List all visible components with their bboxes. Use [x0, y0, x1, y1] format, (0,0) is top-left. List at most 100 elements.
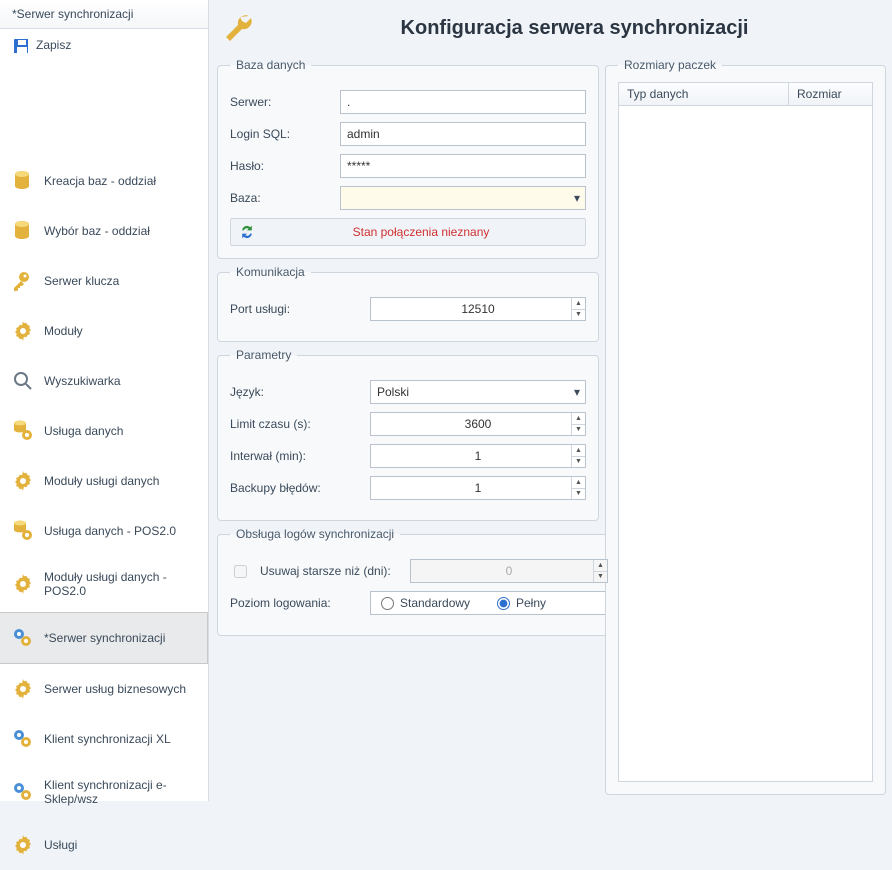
- sidebar-item-label: Serwer klucza: [44, 274, 119, 288]
- interval-label: Interwał (min):: [230, 449, 360, 463]
- connection-status-button[interactable]: Stan połączenia nieznany: [230, 218, 586, 246]
- db-create-icon: [12, 170, 34, 192]
- parameters-legend: Parametry: [230, 348, 297, 362]
- port-input[interactable]: [370, 297, 586, 321]
- sidebar-item[interactable]: Moduły: [0, 306, 208, 356]
- backups-spin-up[interactable]: ▲: [571, 477, 585, 489]
- sidebar-item[interactable]: Usługi: [0, 820, 208, 870]
- sidebar-item-label: Moduły usługi danych: [44, 474, 159, 488]
- packet-sizes-group: Rozmiary paczek Typ danych Rozmiar: [605, 58, 886, 795]
- login-input[interactable]: [340, 122, 586, 146]
- login-label: Login SQL:: [230, 127, 330, 141]
- backups-input[interactable]: [370, 476, 586, 500]
- table-header: Typ danych Rozmiar: [619, 83, 872, 106]
- sidebar-item-label: Wybór baz - oddział: [44, 224, 150, 238]
- refresh-icon: [239, 224, 255, 240]
- log-level-radio-group: Standardowy Pełny: [370, 591, 608, 615]
- server-label: Serwer:: [230, 95, 330, 109]
- database-legend: Baza danych: [230, 58, 311, 72]
- sidebar-item-label: Usługa danych - POS2.0: [44, 524, 176, 538]
- packet-sizes-table: Typ danych Rozmiar: [618, 82, 873, 782]
- password-input[interactable]: [340, 154, 586, 178]
- sidebar-item-label: Wyszukiwarka: [44, 374, 121, 388]
- sidebar-item-label: *Serwer synchronizacji: [44, 631, 165, 645]
- log-level-full[interactable]: Pełny: [497, 596, 597, 610]
- delete-older-label: Usuwaj starsze niż (dni):: [260, 564, 400, 578]
- backups-label: Backupy błędów:: [230, 481, 360, 495]
- sidebar-item[interactable]: Usługa danych - POS2.0: [0, 506, 208, 556]
- page-title: Konfiguracja serwera synchronizacji: [269, 17, 880, 40]
- col-type[interactable]: Typ danych: [619, 83, 789, 105]
- port-spin-down[interactable]: ▼: [571, 310, 585, 321]
- sidebar-item[interactable]: Wybór baz - oddział: [0, 206, 208, 256]
- wrench-icon: [223, 12, 255, 44]
- logs-legend: Obsługa logów synchronizacji: [230, 527, 400, 541]
- sidebar-item[interactable]: Kreacja baz - oddział: [0, 156, 208, 206]
- lang-select[interactable]: Polski: [370, 380, 586, 404]
- left-column: Baza danych Serwer: Login SQL: Hasło:: [217, 58, 599, 795]
- delete-older-checkbox[interactable]: [234, 565, 247, 578]
- timeout-label: Limit czasu (s):: [230, 417, 360, 431]
- sidebar-item[interactable]: Klient synchronizacji XL: [0, 714, 208, 764]
- page-header: Konfiguracja serwera synchronizacji: [217, 6, 886, 58]
- sync-gears-icon: [12, 627, 34, 649]
- db-gear-icon: [12, 520, 34, 542]
- sidebar-item[interactable]: Wyszukiwarka: [0, 356, 208, 406]
- backups-spin-down[interactable]: ▼: [571, 489, 585, 500]
- sidebar-item[interactable]: Moduły usługi danych - POS2.0: [0, 556, 208, 612]
- log-level-label: Poziom logowania:: [230, 596, 360, 610]
- sidebar-item[interactable]: Serwer usług biznesowych: [0, 664, 208, 714]
- base-label: Baza:: [230, 191, 330, 205]
- password-label: Hasło:: [230, 159, 330, 173]
- sidebar-item[interactable]: Serwer klucza: [0, 256, 208, 306]
- sidebar-item-label: Serwer usług biznesowych: [44, 682, 186, 696]
- db-select-icon: [12, 220, 34, 242]
- content-columns: Baza danych Serwer: Login SQL: Hasło:: [217, 58, 886, 795]
- table-body: [619, 106, 872, 781]
- sidebar: *Serwer synchronizacji Zapisz Kreacja ba…: [0, 0, 209, 801]
- save-icon: [12, 37, 28, 53]
- server-input[interactable]: [340, 90, 586, 114]
- gear-icon: [12, 834, 34, 856]
- key-icon: [12, 270, 34, 292]
- sidebar-item[interactable]: *Serwer synchronizacji: [0, 612, 208, 664]
- right-column: Rozmiary paczek Typ danych Rozmiar: [605, 58, 886, 795]
- timeout-spin-up[interactable]: ▲: [571, 413, 585, 425]
- sidebar-item-label: Moduły usługi danych - POS2.0: [44, 570, 198, 598]
- communication-group: Komunikacja Port usługi: ▲▼: [217, 265, 599, 342]
- sidebar-list: Kreacja baz - oddział Wybór baz - oddział…: [0, 156, 208, 870]
- timeout-spin-down[interactable]: ▼: [571, 425, 585, 436]
- log-level-standard[interactable]: Standardowy: [381, 596, 481, 610]
- sync-gears-icon: [12, 728, 34, 750]
- interval-spin-down[interactable]: ▼: [571, 457, 585, 468]
- interval-input[interactable]: [370, 444, 586, 468]
- base-select[interactable]: [340, 186, 586, 210]
- port-spin-up[interactable]: ▲: [571, 298, 585, 310]
- magnify-icon: [12, 370, 34, 392]
- db-gear-icon: [12, 420, 34, 442]
- sidebar-item-label: Moduły: [44, 324, 83, 338]
- app-root: *Serwer synchronizacji Zapisz Kreacja ba…: [0, 0, 892, 801]
- save-button[interactable]: Zapisz: [0, 29, 208, 61]
- save-label: Zapisz: [36, 38, 71, 52]
- timeout-input[interactable]: [370, 412, 586, 436]
- connection-status-text: Stan połączenia nieznany: [265, 225, 577, 239]
- packet-sizes-legend: Rozmiary paczek: [618, 58, 722, 72]
- port-label: Port usługi:: [230, 302, 360, 316]
- sidebar-item-label: Usługi: [44, 838, 77, 852]
- gear-icon: [12, 678, 34, 700]
- main-panel: Konfiguracja serwera synchronizacji Baza…: [209, 0, 892, 801]
- database-group: Baza danych Serwer: Login SQL: Hasło:: [217, 58, 599, 259]
- sidebar-item[interactable]: Usługa danych: [0, 406, 208, 456]
- sidebar-item-label: Kreacja baz - oddział: [44, 174, 156, 188]
- sidebar-item[interactable]: Moduły usługi danych: [0, 456, 208, 506]
- col-size[interactable]: Rozmiar: [789, 83, 872, 105]
- logs-group: Obsługa logów synchronizacji Usuwaj star…: [217, 527, 621, 636]
- sidebar-item[interactable]: Klient synchronizacji e-Sklep/wsz: [0, 764, 208, 820]
- lang-label: Język:: [230, 385, 360, 399]
- delete-days-input: [410, 559, 608, 583]
- sidebar-item-label: Usługa danych: [44, 424, 123, 438]
- interval-spin-up[interactable]: ▲: [571, 445, 585, 457]
- parameters-group: Parametry Język: Polski ▾ Limit czasu (s…: [217, 348, 599, 521]
- gear-icon: [12, 573, 34, 595]
